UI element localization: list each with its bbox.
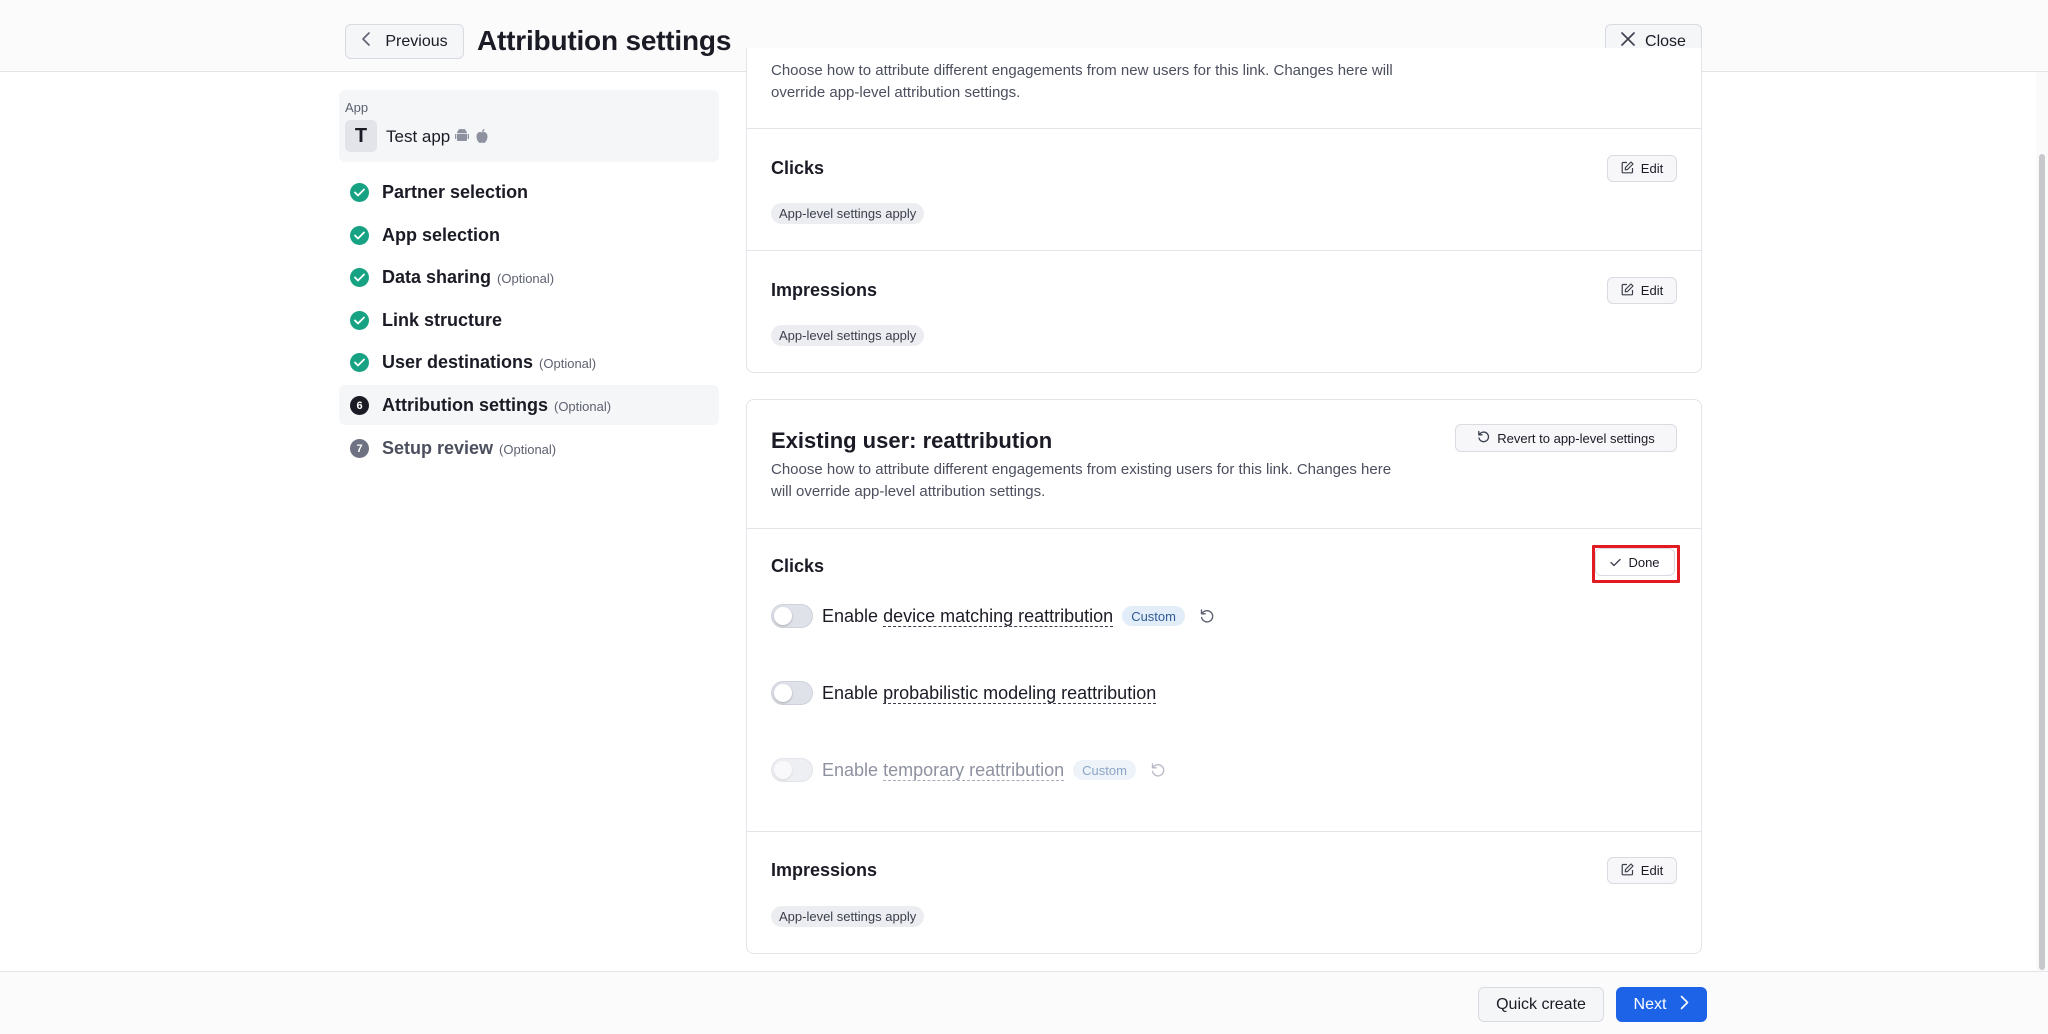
edit-clicks-button[interactable]: Edit	[1607, 155, 1677, 182]
probabilistic-modeling-toggle[interactable]	[771, 681, 813, 705]
done-button[interactable]: Done	[1595, 548, 1675, 576]
device-matching-toggle[interactable]	[771, 604, 813, 628]
custom-badge: Custom	[1122, 606, 1185, 626]
step-link-structure[interactable]: Link structure	[339, 300, 719, 340]
chevron-right-icon	[1680, 995, 1689, 1015]
temporary-reattribution-toggle	[771, 758, 813, 782]
next-label: Next	[1633, 995, 1667, 1013]
new-user-attribution-card: Choose how to attribute different engage…	[746, 48, 1702, 373]
step-number-badge: 7	[350, 439, 369, 458]
reset-icon	[1150, 762, 1166, 778]
clicks-section-title: Clicks	[771, 556, 825, 576]
revert-icon	[1477, 430, 1490, 446]
card-description: Choose how to attribute different engage…	[771, 461, 1392, 500]
step-app-selection[interactable]: App selection	[339, 215, 719, 255]
app-avatar: T	[345, 120, 377, 152]
app-section-label: App	[345, 100, 369, 115]
divider	[747, 128, 1701, 129]
step-optional-tag: (Optional)	[497, 271, 555, 286]
step-label: App selection	[382, 225, 501, 245]
step-number-badge: 6	[350, 396, 369, 415]
edit-impressions-button[interactable]: Edit	[1607, 277, 1677, 304]
divider	[747, 831, 1701, 832]
temporary-reattribution-term-link[interactable]: temporary reattribution	[883, 759, 1065, 781]
edit-icon	[1621, 160, 1634, 177]
step-data-sharing[interactable]: Data sharing (Optional)	[339, 257, 719, 297]
probabilistic-modeling-term-link[interactable]: probabilistic modeling reattribution	[883, 682, 1157, 704]
step-user-destinations[interactable]: User destinations (Optional)	[339, 342, 719, 382]
divider	[747, 250, 1701, 251]
next-button[interactable]: Next	[1616, 987, 1707, 1022]
revert-to-app-level-button[interactable]: Revert to app-level settings	[1455, 424, 1677, 452]
step-optional-tag: (Optional)	[553, 399, 612, 414]
clicks-section-title: Clicks	[771, 158, 825, 178]
app-platforms	[455, 128, 489, 149]
step-label: Data sharing	[382, 267, 492, 287]
device-matching-toggle-row: Enable device matching reattribution Cus…	[771, 602, 1215, 630]
check-circle-icon	[350, 353, 369, 372]
step-label: Partner selection	[382, 182, 529, 202]
edit-icon	[1621, 862, 1634, 879]
check-circle-icon	[350, 183, 369, 202]
chevron-left-icon	[361, 31, 371, 52]
card-description: Choose how to attribute different engage…	[771, 62, 1393, 101]
step-label: Link structure	[382, 310, 503, 330]
temporary-reattribution-toggle-row: Enable temporary reattribution Custom	[771, 756, 1166, 784]
step-attribution-settings[interactable]: 6 Attribution settings (Optional)	[339, 385, 719, 425]
footer-bar: Quick create Next	[0, 971, 2048, 1034]
check-circle-icon	[350, 311, 369, 330]
step-optional-tag: (Optional)	[499, 442, 557, 457]
apple-icon	[475, 128, 489, 149]
android-icon	[455, 128, 469, 149]
step-partner-selection[interactable]: Partner selection	[339, 172, 719, 212]
app-level-settings-badge: App-level settings apply	[771, 325, 925, 346]
edit-impressions-button[interactable]: Edit	[1607, 857, 1677, 884]
check-icon	[1610, 555, 1622, 570]
app-level-settings-badge: App-level settings apply	[771, 203, 925, 224]
app-card: App T Test app	[339, 90, 719, 162]
step-setup-review[interactable]: 7 Setup review (Optional)	[339, 428, 719, 468]
check-circle-icon	[350, 226, 369, 245]
previous-button[interactable]: Previous	[345, 24, 464, 59]
reset-icon[interactable]	[1199, 608, 1215, 624]
divider	[747, 528, 1701, 529]
probabilistic-modeling-toggle-row: Enable probabilistic modeling reattribut…	[771, 679, 1157, 707]
page-title: Attribution settings	[477, 25, 732, 56]
quick-create-button[interactable]: Quick create	[1478, 987, 1604, 1022]
device-matching-term-link[interactable]: device matching reattribution	[883, 605, 1114, 627]
impressions-section-title: Impressions	[771, 860, 878, 880]
app-level-settings-badge: App-level settings apply	[771, 906, 925, 927]
custom-badge: Custom	[1073, 760, 1136, 780]
step-label: Setup review	[382, 438, 494, 458]
step-label: Attribution settings	[382, 395, 548, 415]
step-optional-tag: (Optional)	[539, 356, 597, 371]
previous-label: Previous	[385, 32, 448, 50]
check-circle-icon	[350, 268, 369, 287]
card-title: Existing user: reattribution	[771, 428, 1053, 453]
edit-icon	[1621, 282, 1634, 299]
step-label: User destinations	[382, 352, 534, 372]
impressions-section-title: Impressions	[771, 280, 878, 300]
app-name: Test app	[386, 127, 451, 146]
scrollbar-thumb[interactable]	[2039, 154, 2045, 970]
existing-user-reattribution-card: Existing user: reattribution Revert to a…	[746, 399, 1702, 954]
